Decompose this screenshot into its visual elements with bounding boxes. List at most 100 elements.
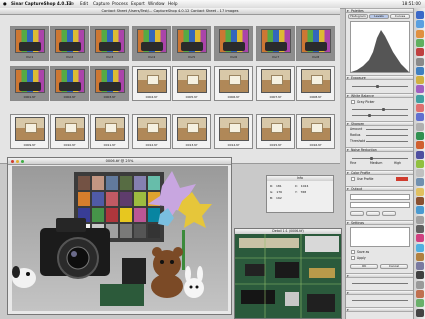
output-dropdown[interactable]: [350, 194, 410, 200]
zoom-icon[interactable]: [21, 159, 24, 163]
thumbnail[interactable]: 0004.tif: [132, 66, 171, 101]
section-color-profile[interactable]: Color Profile: [346, 170, 414, 175]
circuit-board-photo[interactable]: [235, 234, 342, 319]
dock-app-icon[interactable]: [416, 57, 424, 66]
wb-slider-1[interactable]: [352, 109, 408, 110]
menu-window[interactable]: Window: [148, 1, 165, 6]
dock-app-icon[interactable]: [416, 252, 424, 261]
section-extra-2[interactable]: [346, 290, 414, 295]
dock-app-icon[interactable]: [416, 197, 424, 205]
dock-app-icon[interactable]: [416, 243, 424, 252]
section-extra-1[interactable]: [346, 273, 414, 278]
section-exposure[interactable]: Exposure: [346, 75, 414, 80]
menu-edit[interactable]: Edit: [80, 1, 88, 6]
app-menu[interactable]: Sinar CaptureShop 4.0.12: [11, 1, 72, 6]
info-title[interactable]: Info: [267, 176, 333, 181]
histogram-display[interactable]: [350, 21, 410, 73]
dock-app-icon[interactable]: [416, 299, 424, 308]
dock-app-icon[interactable]: [416, 290, 424, 298]
thumbnail[interactable]: Imc4: [132, 26, 171, 61]
dock-app-icon[interactable]: [416, 76, 424, 85]
thumbnail[interactable]: 0016.tif: [296, 114, 335, 149]
thumbnail[interactable]: 0009.tif: [10, 114, 49, 149]
tab-levels[interactable]: Levels: [369, 14, 389, 19]
output-button-3[interactable]: [382, 211, 396, 216]
dock-app-icon[interactable]: [416, 215, 424, 224]
thumbnail[interactable]: 0013.tif: [172, 114, 211, 149]
sharpen-threshold-slider[interactable]: [366, 141, 408, 142]
clock[interactable]: 18:51:00: [402, 1, 421, 6]
thumbnail[interactable]: Imc6: [214, 26, 253, 61]
cancel-button[interactable]: Cancel: [380, 264, 408, 269]
dock-app-icon[interactable]: [416, 20, 424, 29]
dock-app-icon[interactable]: [416, 206, 424, 215]
dock-app-icon[interactable]: [416, 271, 424, 280]
section-noise[interactable]: Noise Reduction: [346, 147, 414, 152]
wb-slider-2[interactable]: [352, 115, 408, 116]
thumbnail[interactable]: 0006.tif: [214, 66, 253, 101]
section-settings[interactable]: Settings: [346, 220, 414, 225]
section-output[interactable]: Output: [346, 186, 414, 191]
noise-knob[interactable]: [370, 157, 373, 160]
close-icon[interactable]: [11, 159, 14, 163]
tab-histogram[interactable]: Histogram: [348, 14, 368, 19]
thumbnail[interactable]: 0015.tif: [256, 114, 295, 149]
viewer-image[interactable]: [12, 166, 228, 311]
palette-title[interactable]: Palettes: [346, 8, 414, 13]
dock-app-icon[interactable]: [416, 48, 424, 57]
dock-app-icon[interactable]: [416, 113, 424, 122]
dock-app-icon[interactable]: [416, 141, 424, 150]
output-format-dropdown[interactable]: [350, 202, 410, 208]
gray-picker-checkbox[interactable]: [351, 100, 355, 104]
minimize-icon[interactable]: [16, 159, 19, 163]
dock-app-icon[interactable]: [416, 262, 424, 271]
dock-app-icon[interactable]: [416, 11, 424, 19]
dock-app-icon[interactable]: [416, 131, 424, 140]
output-button-2[interactable]: [366, 211, 380, 216]
thumbnail[interactable]: Imc2: [50, 26, 89, 61]
apply-checkbox[interactable]: [351, 256, 355, 260]
thumbnail[interactable]: Imc7: [256, 26, 295, 61]
sharpen-radius-slider[interactable]: [366, 135, 408, 136]
dock-app-icon[interactable]: [416, 187, 424, 196]
apple-menu-icon[interactable]: ●: [3, 1, 7, 6]
thumbnail[interactable]: Imc3: [90, 26, 129, 61]
dock-app-icon[interactable]: [416, 234, 424, 243]
wb-knob-1[interactable]: [382, 108, 385, 111]
thumbnail[interactable]: 0011.tif: [90, 114, 129, 149]
thumbnail[interactable]: 0007.tif: [256, 66, 295, 101]
dock-app-icon[interactable]: [416, 104, 424, 112]
thumbnail[interactable]: Imc8: [296, 26, 335, 61]
exposure-slider[interactable]: [352, 86, 408, 87]
extra-slider-1[interactable]: [352, 283, 408, 284]
thumbnail[interactable]: Imc5: [172, 26, 211, 61]
exposure-knob[interactable]: [376, 85, 379, 88]
thumbnail[interactable]: 0001.tif: [10, 66, 49, 101]
section-extra-3[interactable]: [346, 307, 414, 312]
menu-capture[interactable]: Capture: [93, 1, 110, 6]
wb-knob-2[interactable]: [368, 114, 371, 117]
dock-app-icon[interactable]: [416, 159, 424, 168]
thumbnail[interactable]: 0010.tif: [50, 114, 89, 149]
thumbnail[interactable]: 0002.tif: [50, 66, 89, 101]
dock-app-icon[interactable]: [416, 94, 424, 103]
dock-app-icon[interactable]: [416, 178, 424, 187]
section-white-balance[interactable]: White Balance: [346, 93, 414, 98]
settings-list[interactable]: [350, 227, 410, 247]
dock-app-icon[interactable]: [416, 150, 424, 159]
ok-button[interactable]: OK: [350, 264, 378, 269]
sharpen-amount-slider[interactable]: [366, 129, 408, 130]
dock-app-icon[interactable]: [416, 66, 424, 75]
dock-app-icon[interactable]: [416, 29, 424, 38]
noise-slider[interactable]: [352, 158, 408, 159]
save-as-checkbox[interactable]: [351, 250, 355, 254]
profile-color-swatch[interactable]: [396, 177, 408, 181]
output-button-1[interactable]: [350, 211, 364, 216]
dock-app-icon[interactable]: [416, 122, 424, 131]
thumbnail[interactable]: 0005.tif: [172, 66, 211, 101]
dock-app-icon[interactable]: [416, 85, 424, 94]
extra-slider-2[interactable]: [352, 300, 408, 301]
menu-process[interactable]: Process: [112, 1, 128, 6]
dock-app-icon[interactable]: [416, 224, 424, 233]
tab-curves[interactable]: Curves: [390, 14, 410, 19]
